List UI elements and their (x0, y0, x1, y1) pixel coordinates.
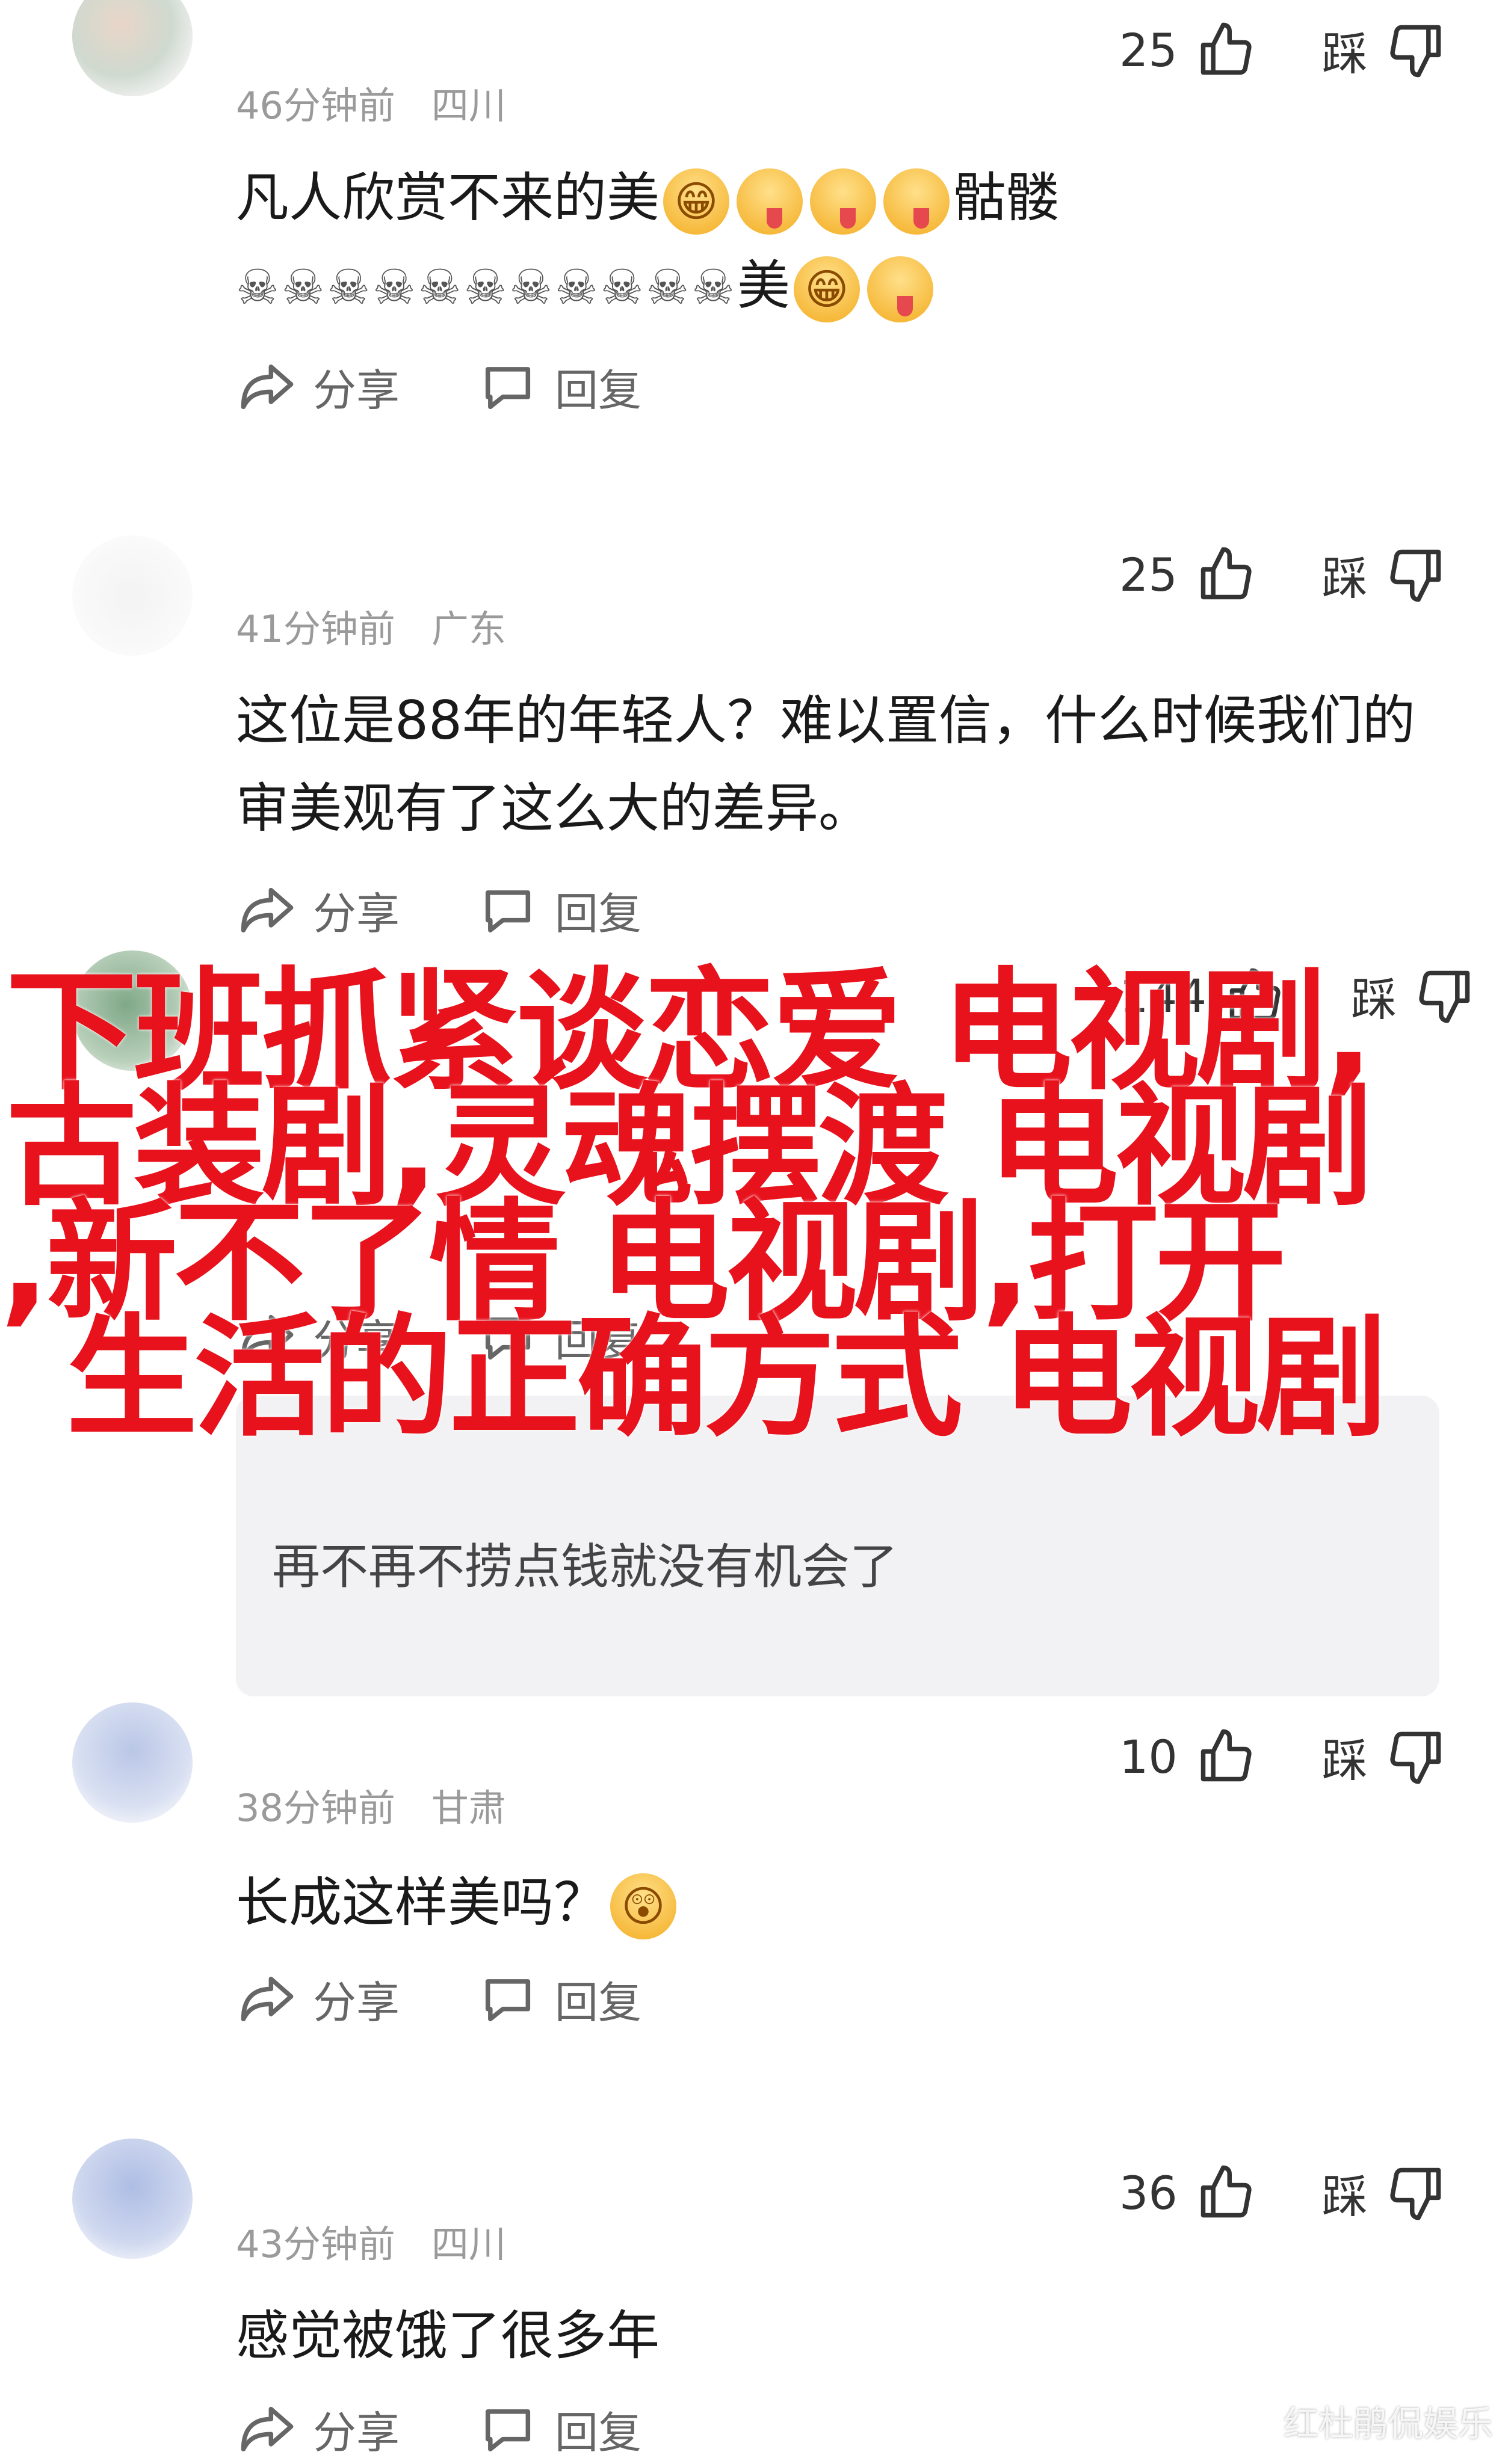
comment-text-line2: 美 (737, 254, 790, 316)
share-button[interactable]: 分享 (236, 878, 400, 941)
tongue-emoji-icon (737, 168, 803, 235)
comment-time: 41分钟前 (236, 607, 395, 651)
dislike-button[interactable]: 踩 (1322, 17, 1446, 83)
reply-label: 回复 (555, 365, 642, 416)
avatar[interactable] (72, 0, 193, 96)
avatar[interactable] (72, 1702, 193, 1823)
thumbs-up-icon[interactable] (1196, 20, 1256, 80)
quoted-post-text: 再不再不捞点钱就没有机会了 (272, 1539, 898, 1595)
dislike-label: 踩 (1321, 552, 1368, 605)
share-icon (241, 887, 294, 932)
dislike-label: 踩 (1321, 27, 1368, 81)
reply-label: 回复 (555, 889, 642, 939)
comment-text: 这位是88年的年轻人？难以置信，什么时候我们的审美观有了这么大的差异。 (236, 689, 1415, 839)
share-label: 分享 (313, 2407, 400, 2458)
comment-meta: 38分钟前 甘肃 (236, 1778, 506, 1832)
overlay-line-4: 生活的正确方式 电视剧 (66, 1302, 1388, 1455)
share-label: 分享 (313, 889, 400, 939)
reply-button[interactable]: 回复 (478, 2397, 641, 2460)
comment-time: 46分钟前 (236, 84, 395, 128)
tongue-emoji-icon (883, 168, 950, 235)
share-label: 分享 (313, 365, 400, 416)
comment-text: 长成这样美吗？ 😲 (236, 1859, 1439, 1947)
comment-meta: 41分钟前 广东 (236, 599, 506, 653)
reply-label: 回复 (555, 1977, 642, 2028)
reply-bubble-icon (485, 2409, 531, 2451)
avatar[interactable] (72, 535, 193, 656)
share-icon (241, 364, 294, 409)
comment-actions: 分享 回复 (236, 2397, 641, 2460)
reply-button[interactable]: 回复 (478, 355, 641, 418)
comment-meta: 43分钟前 四川 (236, 2214, 506, 2268)
comment-location: 四川 (431, 84, 506, 128)
vote-group: 10 踩 (1119, 1723, 1446, 1790)
grin-emoji-icon: 😁 (793, 256, 860, 323)
share-icon (241, 1976, 294, 2021)
share-label: 分享 (313, 1977, 400, 2028)
dislike-label: 踩 (1321, 2170, 1368, 2223)
vote-group: 25 踩 (1119, 541, 1446, 608)
comment-time: 38分钟前 (236, 1786, 395, 1830)
tongue-emoji-icon (867, 256, 933, 323)
thumbs-down-icon (1390, 2167, 1441, 2220)
comment-actions: 分享 回复 (236, 878, 641, 941)
dislike-label: 踩 (1321, 1734, 1368, 1787)
reply-bubble-icon (485, 366, 531, 409)
thumbs-down-icon (1390, 25, 1441, 78)
skull-emoji-row: ☠☠☠☠☠☠☠☠☠☠☠ (236, 259, 737, 315)
comment-actions: 分享 回复 (236, 355, 641, 418)
comment-meta: 46分钟前 四川 (236, 75, 506, 129)
comment-text: 凡人欣赏不来的美 😁 骷髅 ☠☠☠☠☠☠☠☠☠☠☠美 😁 (236, 154, 1439, 331)
share-icon (241, 2406, 294, 2451)
thumbs-up-icon[interactable] (1196, 2163, 1256, 2223)
thumbs-up-icon[interactable] (1196, 544, 1256, 605)
comment-text-tail: 骷髅 (953, 167, 1060, 229)
reply-bubble-icon (485, 890, 531, 932)
dislike-button[interactable]: 踩 (1322, 1723, 1446, 1790)
dislike-button[interactable]: 踩 (1322, 541, 1446, 608)
like-count: 25 (1119, 23, 1178, 77)
comment-text-body: 长成这样美吗？ (236, 1871, 607, 1933)
reply-button[interactable]: 回复 (478, 1967, 641, 2030)
like-count: 25 (1119, 547, 1178, 602)
comment-time: 43分钟前 (236, 2222, 395, 2266)
comment-location: 广东 (431, 607, 506, 651)
thumbs-up-icon[interactable] (1196, 1726, 1256, 1787)
reply-button[interactable]: 回复 (478, 878, 641, 941)
like-count: 10 (1119, 1729, 1178, 1784)
vote-group: 25 踩 (1119, 17, 1446, 83)
comment-actions: 分享 回复 (236, 1967, 641, 2030)
grin-emoji-icon: 😁 (663, 168, 730, 235)
overlay-caption: 下班抓紧谈恋爱 电视剧, 古装剧,灵魂摆渡 电视剧 ,新不了情 电视剧,打开 生… (0, 967, 1511, 1455)
vote-group: 36 踩 (1119, 2160, 1446, 2226)
surprised-emoji-icon: 😲 (610, 1873, 677, 1940)
avatar[interactable] (72, 2139, 193, 2259)
comment-location: 甘肃 (431, 1786, 506, 1830)
dislike-button[interactable]: 踩 (1322, 2160, 1446, 2226)
comment-text: 感觉被饿了很多年 (236, 2305, 660, 2367)
tongue-emoji-icon (810, 168, 877, 235)
reply-bubble-icon (485, 1979, 531, 2021)
thumbs-down-icon (1390, 1731, 1441, 1784)
share-button[interactable]: 分享 (236, 355, 400, 418)
comment-location: 四川 (431, 2222, 506, 2266)
comment-text-line1: 凡人欣赏不来的美 (236, 167, 660, 229)
watermark: 红杜鹃侃娱乐 (1283, 2403, 1493, 2444)
like-count: 36 (1119, 2166, 1178, 2220)
thumbs-down-icon (1390, 549, 1441, 602)
share-button[interactable]: 分享 (236, 1967, 400, 2030)
share-button[interactable]: 分享 (236, 2397, 400, 2460)
reply-label: 回复 (555, 2407, 642, 2458)
